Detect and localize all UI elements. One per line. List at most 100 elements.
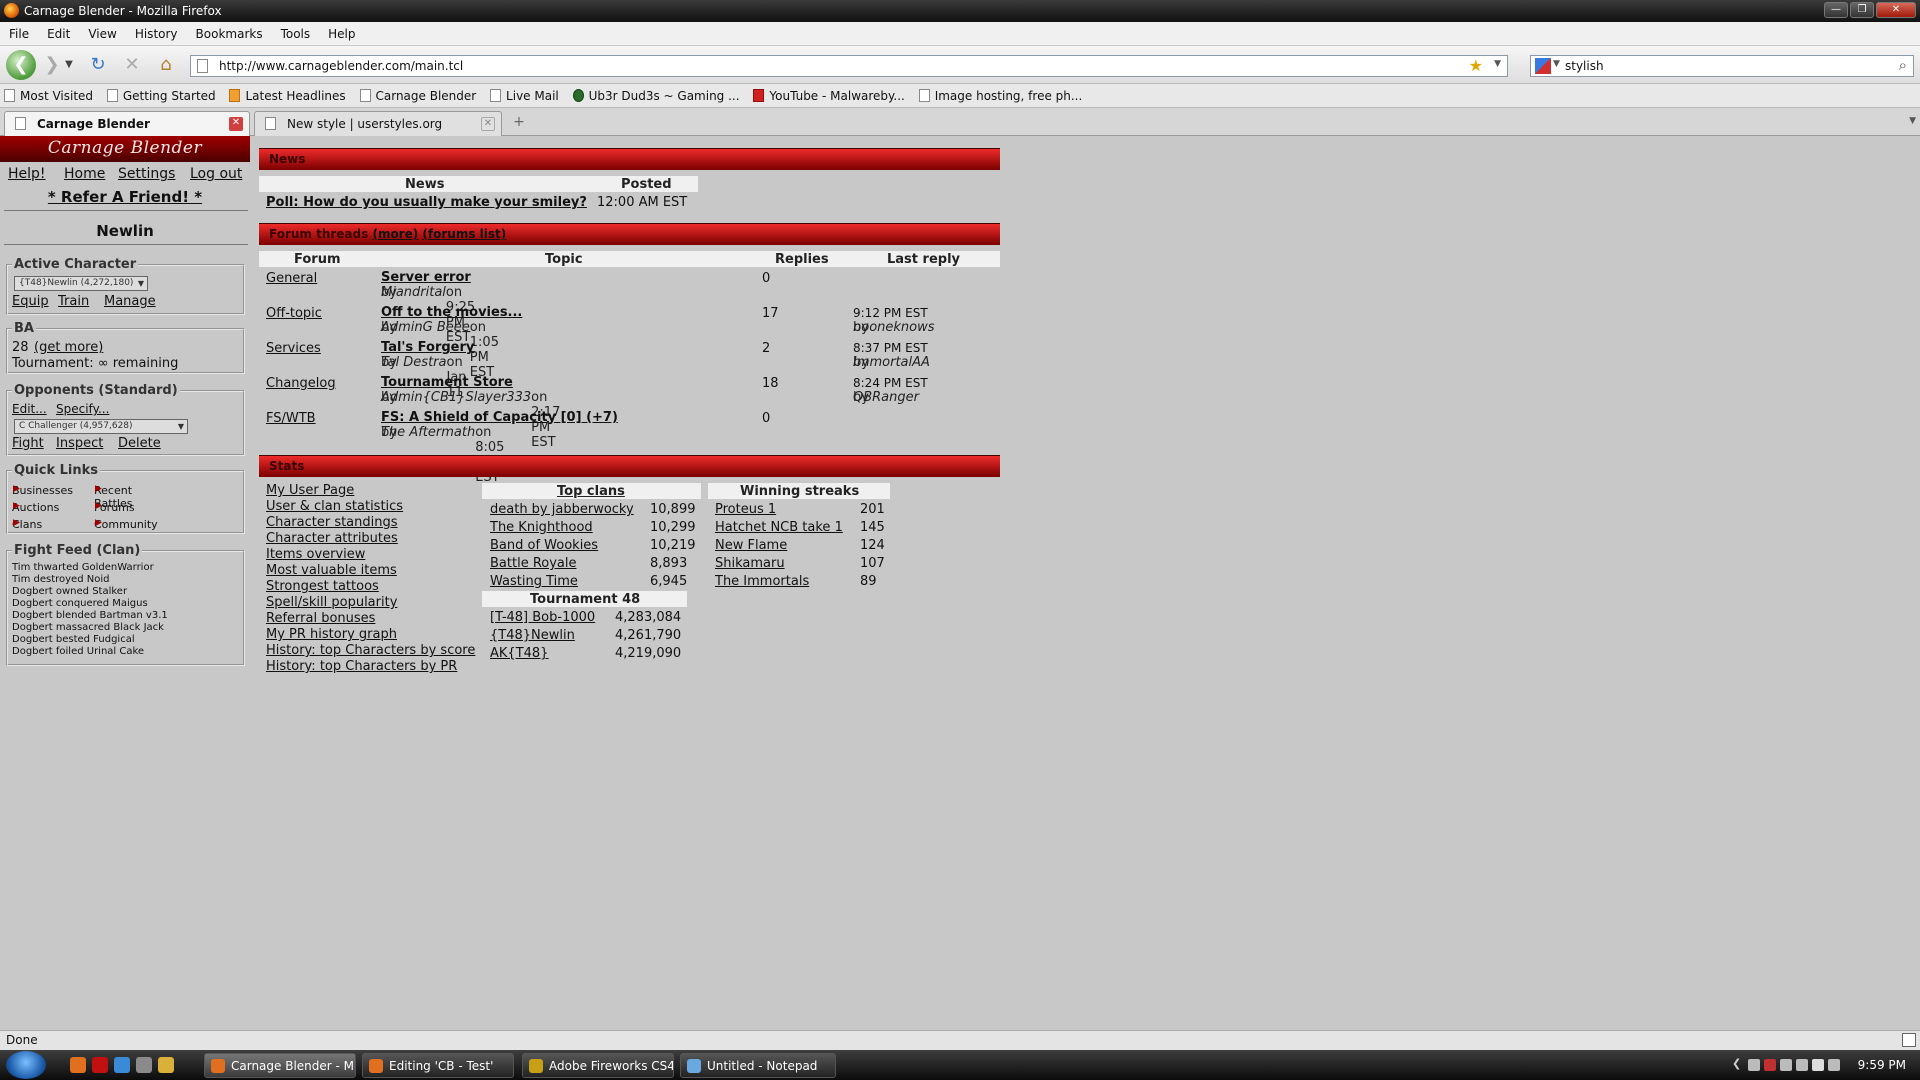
task-notepad[interactable]: Untitled - Notepad <box>680 1053 836 1078</box>
stats-link[interactable]: User & clan statistics <box>266 499 403 514</box>
stats-link[interactable]: My PR history graph <box>266 627 397 642</box>
tray-network-icon[interactable] <box>1748 1059 1760 1071</box>
forum-link[interactable]: General <box>266 271 317 286</box>
topic-link[interactable]: Tal's Forgery <box>381 340 474 355</box>
news-item-link[interactable]: Poll: How do you usually make your smile… <box>266 195 587 210</box>
show-desktop-icon[interactable] <box>136 1057 152 1073</box>
delete-link[interactable]: Delete <box>118 436 161 451</box>
home-button[interactable]: ⌂ <box>154 53 178 77</box>
site-logo[interactable]: Carnage Blender <box>0 136 250 162</box>
get-more-link[interactable]: (get more) <box>34 340 103 355</box>
tournament-character-link[interactable]: AK{T48} <box>490 646 548 661</box>
streak-character-link[interactable]: Proteus 1 <box>715 502 776 517</box>
status-addon-icon[interactable] <box>1902 1033 1916 1047</box>
fight-link[interactable]: Fight <box>12 436 44 451</box>
topic-link[interactable]: Off to the movies... <box>381 305 522 320</box>
bookmark-item[interactable]: Live Mail <box>486 84 565 103</box>
stats-link[interactable]: My User Page <box>266 483 354 498</box>
topic-link[interactable]: Tournament Store <box>381 375 513 390</box>
stats-link[interactable]: Most valuable items <box>266 563 397 578</box>
top-clans-title[interactable]: Top clans <box>557 484 625 499</box>
task-carnage-blender[interactable]: Carnage Blender - M... <box>204 1053 356 1078</box>
topic-link[interactable]: Server error <box>381 270 471 285</box>
streak-character-link[interactable]: New Flame <box>715 538 787 553</box>
stats-link[interactable]: Spell/skill popularity <box>266 595 397 610</box>
streak-character-link[interactable]: Hatchet NCB take 1 <box>715 520 843 535</box>
stats-link[interactable]: Referral bonuses <box>266 611 375 626</box>
clock[interactable]: 9:59 PM <box>1858 1058 1906 1072</box>
history-dropdown-icon[interactable]: ▼ <box>62 53 76 77</box>
stats-link[interactable]: History: top Characters by PR <box>266 659 457 674</box>
stats-link[interactable]: Items overview <box>266 547 365 562</box>
forum-link[interactable]: FS/WTB <box>266 411 316 426</box>
close-tab-icon[interactable]: ✕ <box>229 117 243 131</box>
firefox-quicklaunch-icon[interactable] <box>70 1057 86 1073</box>
menu-bookmarks[interactable]: Bookmarks <box>187 22 272 41</box>
menu-file[interactable]: File <box>0 22 38 41</box>
clan-link[interactable]: Battle Royale <box>490 556 577 571</box>
tray-expand-icon[interactable]: ❮ <box>1732 1057 1744 1070</box>
bookmark-item[interactable]: Most Visited <box>0 84 99 103</box>
url-dropdown-icon[interactable]: ▼ <box>1494 59 1501 69</box>
chrome-quicklaunch-icon[interactable] <box>114 1057 130 1073</box>
new-tab-button[interactable]: + <box>508 114 530 134</box>
help-link[interactable]: Help! <box>8 166 46 182</box>
search-icon[interactable]: ⌕ <box>1899 56 1907 74</box>
forum-more-link[interactable]: (more) <box>372 227 418 241</box>
tray-volume-icon[interactable] <box>1828 1059 1840 1071</box>
forum-link[interactable]: Services <box>266 341 321 356</box>
forum-link[interactable]: Off-topic <box>266 306 322 321</box>
menu-help[interactable]: Help <box>319 22 364 41</box>
bookmark-item[interactable]: Latest Headlines <box>225 84 351 103</box>
opera-quicklaunch-icon[interactable] <box>92 1057 108 1073</box>
task-editing-cb-test[interactable]: Editing 'CB - Test' <box>362 1053 514 1078</box>
tournament-character-link[interactable]: {T48}Newlin <box>490 628 575 643</box>
minimize-button[interactable]: — <box>1824 2 1848 18</box>
stop-button[interactable]: ✕ <box>120 53 144 77</box>
bookmark-item[interactable]: YouTube - Malwareby... <box>749 84 910 103</box>
train-link[interactable]: Train <box>58 294 89 309</box>
tray-app-icon[interactable] <box>1780 1059 1792 1071</box>
forum-link[interactable]: Changelog <box>266 376 336 391</box>
bookmark-star-icon[interactable]: ★ <box>1469 56 1483 75</box>
tray-battery-icon[interactable] <box>1796 1059 1808 1071</box>
menu-tools[interactable]: Tools <box>272 22 320 41</box>
edit-opponents-link[interactable]: Edit... <box>12 402 47 416</box>
tray-keyboard-icon[interactable] <box>1812 1059 1824 1071</box>
opponent-select[interactable]: C Challenger (4,957,628) ▼ <box>14 419 188 434</box>
active-character-select[interactable]: {T48}Newlin (4,272,180) ▼ <box>14 276 148 291</box>
url-bar[interactable]: http://www.carnageblender.com/main.tcl ★… <box>190 55 1508 77</box>
menu-view[interactable]: View <box>79 22 125 41</box>
menu-edit[interactable]: Edit <box>38 22 79 41</box>
reload-button[interactable]: ↻ <box>86 53 110 77</box>
bookmark-item[interactable]: Image hosting, free ph... <box>915 84 1089 103</box>
bookmark-item[interactable]: Getting Started <box>103 84 222 103</box>
clan-link[interactable]: Wasting Time <box>490 574 578 589</box>
search-input[interactable]: ▼ stylish ⌕ <box>1530 55 1914 77</box>
stats-link[interactable]: Strongest tattoos <box>266 579 379 594</box>
topic-link[interactable]: FS: A Shield of Capacity [0] (+7) <box>381 410 618 425</box>
bookmark-item[interactable]: Carnage Blender <box>356 84 483 103</box>
equip-link[interactable]: Equip <box>12 294 49 309</box>
home-link[interactable]: Home <box>64 166 105 182</box>
close-window-button[interactable]: ✕ <box>1876 2 1916 18</box>
bookmark-item[interactable]: Ub3r Dud3s ~ Gaming ... <box>569 84 746 103</box>
logout-link[interactable]: Log out <box>190 166 242 182</box>
tab-userstyles[interactable]: New style | userstyles.org ✕ <box>254 111 502 136</box>
tournament-character-link[interactable]: [T-48] Bob-1000 <box>490 610 595 625</box>
start-button[interactable] <box>6 1051 46 1079</box>
task-adobe-fireworks[interactable]: Adobe Fireworks CS4... <box>522 1053 674 1078</box>
settings-link[interactable]: Settings <box>118 166 175 182</box>
tab-list-dropdown-icon[interactable]: ▼ <box>1909 116 1916 126</box>
clan-link[interactable]: Band of Wookies <box>490 538 598 553</box>
specify-opponent-link[interactable]: Specify... <box>56 402 109 416</box>
clan-link[interactable]: The Knighthood <box>490 520 593 535</box>
restore-button[interactable]: ❐ <box>1850 2 1874 18</box>
stats-link[interactable]: History: top Characters by score <box>266 643 475 658</box>
manage-link[interactable]: Manage <box>104 294 156 309</box>
streak-character-link[interactable]: The Immortals <box>715 574 809 589</box>
inspect-link[interactable]: Inspect <box>56 436 103 451</box>
menu-history[interactable]: History <box>126 22 187 41</box>
switch-windows-icon[interactable] <box>158 1057 174 1073</box>
stats-link[interactable]: Character attributes <box>266 531 398 546</box>
